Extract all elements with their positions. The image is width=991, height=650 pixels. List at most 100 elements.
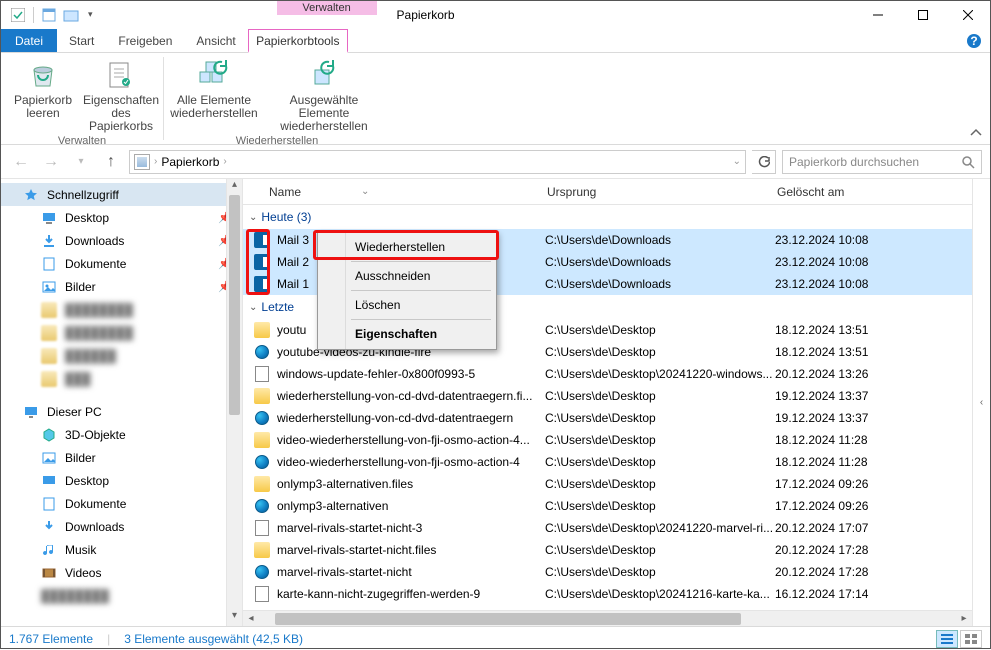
file-origin: C:\Users\de\Desktop [545, 411, 775, 425]
tab-share[interactable]: Freigeben [106, 29, 184, 52]
file-row[interactable]: onlymp3-alternativen.filesC:\Users\de\De… [243, 473, 972, 495]
breadcrumb[interactable]: › Papierkorb › ⌄ [129, 150, 746, 174]
restore-all-icon [198, 59, 230, 91]
view-large-icons-button[interactable] [960, 630, 982, 648]
horizontal-scrollbar[interactable]: ◂ ▸ [243, 610, 972, 626]
file-origin: C:\Users\de\Desktop [545, 543, 775, 557]
status-item-count: 1.767 Elemente [9, 632, 93, 646]
sidebar-scrollbar[interactable]: ▴ ▾ [226, 179, 242, 626]
nav-back-button[interactable]: ← [9, 150, 33, 174]
file-row[interactable]: karte-kann-nicht-zugegriffen-werden-9C:\… [243, 583, 972, 605]
file-row[interactable]: wiederherstellung-von-cd-dvd-datentraege… [243, 385, 972, 407]
title-bar: ▾ Verwalten Papierkorb [1, 1, 990, 29]
sidebar-item-music[interactable]: Musik [1, 538, 242, 561]
nav-history-dropdown[interactable]: ▾ [69, 150, 93, 174]
preview-pane-toggle[interactable]: ‹ [972, 179, 990, 626]
chevron-right-icon[interactable]: › [223, 156, 226, 167]
breadcrumb-segment[interactable]: Papierkorb [161, 155, 219, 169]
scroll-down-arrow[interactable]: ▾ [227, 610, 242, 626]
pictures-icon [41, 450, 57, 466]
scroll-right-arrow[interactable]: ▸ [956, 613, 972, 624]
folder-icon [41, 371, 57, 387]
file-row[interactable]: marvel-rivals-startet-nicht-3C:\Users\de… [243, 517, 972, 539]
file-row[interactable]: video-wiederherstellung-von-fji-osmo-act… [243, 451, 972, 473]
sidebar-item-truncated[interactable]: ████████ [1, 584, 242, 607]
ctx-cut[interactable]: Ausschneiden [321, 264, 493, 288]
recycle-bin-icon [27, 59, 59, 91]
qat-properties-icon[interactable] [40, 6, 58, 24]
document-icon [253, 585, 271, 603]
group-header-today[interactable]: ⌄ Heute (3) [243, 205, 972, 229]
sidebar-item-folder[interactable]: ████████ [1, 321, 242, 344]
sidebar-item-downloads[interactable]: Downloads 📌 [1, 229, 242, 252]
recyclebin-properties-button[interactable]: Eigenschaften des Papierkorbs [85, 57, 157, 133]
column-header-deleted[interactable]: Gelöscht am [777, 185, 972, 199]
qat-newfolder-icon[interactable] [62, 6, 80, 24]
folder-icon [41, 302, 57, 318]
edge-icon [253, 453, 271, 471]
column-header-origin[interactable]: Ursprung [547, 185, 777, 199]
sidebar-item-documents[interactable]: Dokumente 📌 [1, 252, 242, 275]
scroll-thumb[interactable] [229, 195, 240, 415]
sidebar-item-pc-pictures[interactable]: Bilder [1, 446, 242, 469]
column-header-name[interactable]: Name ⌄ [269, 185, 547, 199]
status-bar: 1.767 Elemente | 3 Elemente ausgewählt (… [1, 626, 990, 650]
chevron-right-icon[interactable]: › [154, 156, 157, 167]
sidebar-item-videos[interactable]: Videos [1, 561, 242, 584]
sidebar-item-folder[interactable]: ███ [1, 367, 242, 390]
sidebar-item-pc-downloads[interactable]: Downloads [1, 515, 242, 538]
nav-up-button[interactable]: ↑ [99, 150, 123, 174]
file-row[interactable]: marvel-rivals-startet-nichtC:\Users\de\D… [243, 561, 972, 583]
file-name: onlymp3-alternativen [277, 499, 545, 513]
sidebar-item-folder[interactable]: ██████ [1, 344, 242, 367]
close-button[interactable] [945, 1, 990, 29]
ribbon-collapse-icon[interactable] [962, 124, 990, 144]
scroll-left-arrow[interactable]: ◂ [243, 613, 259, 624]
app-icon [9, 6, 27, 24]
file-row[interactable]: onlymp3-alternativenC:\Users\de\Desktop1… [243, 495, 972, 517]
ctx-restore[interactable]: Wiederherstellen [321, 235, 493, 259]
recycle-bin-small-icon [134, 154, 150, 170]
minimize-button[interactable] [855, 1, 900, 29]
sidebar-item-quick-access[interactable]: Schnellzugriff [1, 183, 242, 206]
file-origin: C:\Users\de\Desktop [545, 565, 775, 579]
qat-dropdown-icon[interactable]: ▾ [84, 9, 97, 20]
sidebar-item-3d-objects[interactable]: 3D-Objekte [1, 423, 242, 446]
desktop-icon [41, 210, 57, 226]
file-row[interactable]: marvel-rivals-startet-nicht.filesC:\User… [243, 539, 972, 561]
sidebar-item-pictures[interactable]: Bilder 📌 [1, 275, 242, 298]
file-row[interactable]: windows-update-fehler-0x800f0993-5C:\Use… [243, 363, 972, 385]
folder-icon [41, 325, 57, 341]
ctx-properties[interactable]: Eigenschaften [321, 322, 493, 346]
refresh-button[interactable] [752, 150, 776, 174]
empty-recyclebin-button[interactable]: Papierkorb leeren [7, 57, 79, 133]
restore-selected-button[interactable]: Ausgewählte Elemente wiederherstellen [264, 57, 384, 133]
view-details-button[interactable] [936, 630, 958, 648]
context-menu: Wiederherstellen Ausschneiden Löschen Ei… [317, 231, 497, 350]
sidebar-item-folder[interactable]: ████████ [1, 298, 242, 321]
edge-icon [253, 563, 271, 581]
document-icon [253, 365, 271, 383]
scroll-thumb[interactable] [275, 613, 741, 625]
search-input[interactable]: Papierkorb durchsuchen [782, 150, 982, 174]
restore-all-button[interactable]: Alle Elemente wiederherstellen [170, 57, 258, 133]
tab-start[interactable]: Start [57, 29, 106, 52]
sidebar-item-pc-documents[interactable]: Dokumente [1, 492, 242, 515]
file-name: marvel-rivals-startet-nicht [277, 565, 545, 579]
file-row[interactable]: video-wiederherstellung-von-fji-osmo-act… [243, 429, 972, 451]
sidebar-item-desktop[interactable]: Desktop 📌 [1, 206, 242, 229]
tab-recyclebin-tools[interactable]: Papierkorbtools [248, 29, 348, 53]
ctx-delete[interactable]: Löschen [321, 293, 493, 317]
tab-view[interactable]: Ansicht [184, 29, 247, 52]
sidebar-item-pc-desktop[interactable]: Desktop [1, 469, 242, 492]
address-dropdown-icon[interactable]: ⌄ [733, 156, 741, 167]
sidebar-item-this-pc[interactable]: Dieser PC [1, 400, 242, 423]
contextual-tab-header: Verwalten [277, 1, 377, 28]
file-name: wiederherstellung-von-cd-dvd-datentraege… [277, 411, 545, 425]
tab-file[interactable]: Datei [1, 29, 57, 52]
maximize-button[interactable] [900, 1, 945, 29]
scroll-up-arrow[interactable]: ▴ [227, 179, 242, 195]
nav-forward-button[interactable]: → [39, 150, 63, 174]
file-row[interactable]: wiederherstellung-von-cd-dvd-datentraege… [243, 407, 972, 429]
help-icon[interactable]: ? [966, 29, 990, 52]
